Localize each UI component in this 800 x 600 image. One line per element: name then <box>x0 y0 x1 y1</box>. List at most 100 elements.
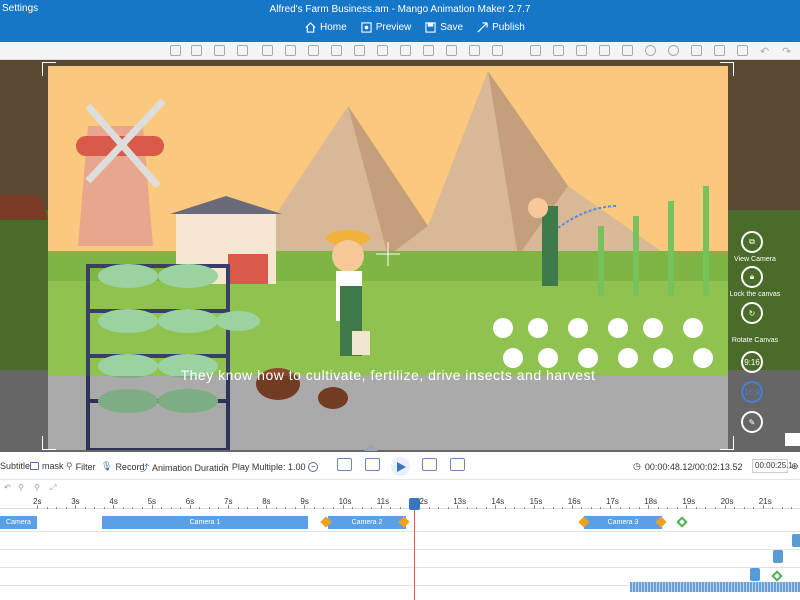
ruler-tick-mark <box>323 507 325 509</box>
lock-icon[interactable] <box>691 45 702 56</box>
camera-clip[interactable]: Camera 3 <box>584 516 662 529</box>
scene-canvas[interactable] <box>48 66 728 450</box>
paste-icon[interactable] <box>191 45 202 56</box>
object-clip[interactable] <box>792 534 800 547</box>
keyframe[interactable] <box>676 516 688 528</box>
add-time-icon[interactable]: ⊕ <box>791 461 799 472</box>
step-back-button[interactable] <box>365 458 380 471</box>
window-title: Alfred's Farm Business.am - Mango Animat… <box>269 4 531 15</box>
playhead-handle[interactable] <box>409 498 420 510</box>
ratio-16-9-button[interactable]: 16:9 <box>741 381 763 403</box>
ruler-tick-mark <box>84 507 86 509</box>
undo-icon[interactable]: ↶ <box>760 45 771 58</box>
view-camera-label: View Camera <box>734 256 776 263</box>
stage-area[interactable] <box>0 60 800 452</box>
ruler-tick-mark <box>638 507 640 509</box>
play-button[interactable] <box>391 457 410 476</box>
fit-small-icon[interactable]: ⤢ <box>50 483 56 493</box>
ruler-tick-mark <box>151 505 153 509</box>
align-center-icon[interactable] <box>285 45 296 56</box>
rotate-canvas-button[interactable]: ↻ <box>741 302 763 324</box>
flip-horizontal-icon[interactable] <box>530 45 541 56</box>
farm-scene-illustration <box>48 66 728 450</box>
preview-button[interactable]: Preview <box>361 22 411 33</box>
ruler-tick-mark <box>466 507 468 509</box>
object-clip[interactable] <box>773 550 783 563</box>
lock-icon: 🔒︎ <box>749 272 755 281</box>
scene-subtitle[interactable]: They know how to cultivate, fertilize, d… <box>48 367 728 383</box>
delete-icon[interactable] <box>737 45 748 56</box>
ruler-tick-mark <box>103 507 105 509</box>
ruler-tick-mark <box>734 507 736 509</box>
filter-button[interactable]: ⚲ Filter <box>66 461 96 472</box>
animation-duration-button[interactable]: ⤴ Animation Duration <box>140 461 229 474</box>
group-icon[interactable] <box>237 45 248 56</box>
prev-frame-button[interactable] <box>337 458 352 471</box>
play-multiple-button[interactable]: ▷ Play Multiple: 1.00− <box>222 461 319 472</box>
ruler-tick-mark <box>753 507 755 509</box>
audio-waveform[interactable] <box>630 582 800 592</box>
canvas-corner-tl <box>42 62 56 76</box>
record-button[interactable]: 🎙︎ Record <box>101 461 144 472</box>
next-frame-button[interactable] <box>450 458 465 471</box>
ruler-tick-mark <box>342 505 344 509</box>
time-input[interactable]: 00:00:25.1 <box>752 459 793 473</box>
rotate-left-icon[interactable] <box>576 45 587 56</box>
ruler-tick-label: 19s <box>682 497 696 506</box>
send-backward-icon[interactable] <box>446 45 457 56</box>
unlock-icon[interactable] <box>714 45 725 56</box>
layer-down-icon[interactable] <box>492 45 503 56</box>
camera-clip[interactable]: Camera <box>0 516 37 529</box>
canvas-corner-bl <box>42 436 56 450</box>
ruler-tick-mark <box>208 507 210 509</box>
align-top-icon[interactable] <box>331 45 342 56</box>
align-left-icon[interactable] <box>262 45 273 56</box>
subtitle-button[interactable]: Subtitle <box>0 461 30 471</box>
minus-icon[interactable]: − <box>308 461 319 472</box>
ruler-tick-mark <box>380 505 382 509</box>
rotate-right-icon[interactable] <box>599 45 610 56</box>
publish-button[interactable]: Publish <box>477 22 525 33</box>
ruler-tick-mark <box>294 507 296 509</box>
edit-button[interactable]: ✎ <box>741 411 763 433</box>
object-clip[interactable] <box>750 568 760 581</box>
ruler-tick-mark <box>199 507 201 509</box>
filter-icon: ⚲ <box>66 461 73 471</box>
ruler-tick-label: 20s <box>720 497 734 506</box>
align-right-icon[interactable] <box>308 45 319 56</box>
distribute-icon[interactable] <box>400 45 411 56</box>
ratio-9-16-button[interactable]: 9:16 <box>741 351 763 373</box>
save-button[interactable]: Save <box>425 22 463 33</box>
zoom-small-icon[interactable]: ⚲ <box>18 483 24 492</box>
mask-button[interactable]: mask <box>30 461 64 471</box>
undo-small-icon[interactable]: ↶ <box>4 483 11 492</box>
zoom-in-icon[interactable] <box>645 45 656 56</box>
home-button[interactable]: Home <box>305 22 347 33</box>
camera-clip[interactable]: Camera 2 <box>328 516 406 529</box>
lock-canvas-button[interactable]: 🔒︎ <box>741 266 763 288</box>
flip-vertical-icon[interactable] <box>553 45 564 56</box>
view-camera-button[interactable]: ⧉ <box>741 231 763 253</box>
ruler-tick-mark <box>562 507 564 509</box>
layer-up-icon[interactable] <box>469 45 480 56</box>
redo-icon[interactable]: ↷ <box>782 45 793 58</box>
keyframe[interactable] <box>771 570 783 582</box>
duplicate-icon[interactable] <box>214 45 225 56</box>
camera-clip[interactable]: Camera 1 <box>102 516 308 529</box>
ruler-tick-mark <box>256 507 258 509</box>
bring-forward-icon[interactable] <box>423 45 434 56</box>
ruler-tick-mark <box>705 507 707 509</box>
zoom-out-icon[interactable] <box>668 45 679 56</box>
step-forward-button[interactable] <box>422 458 437 471</box>
copy-icon[interactable] <box>170 45 181 56</box>
ruler-tick-mark <box>304 505 306 509</box>
zoom-out-small-icon[interactable]: ⚲ <box>34 483 40 492</box>
align-middle-icon[interactable] <box>354 45 365 56</box>
ruler-tick-mark <box>218 507 220 509</box>
collapse-timeline-button[interactable] <box>364 444 378 451</box>
ruler-tick-mark <box>600 507 602 509</box>
align-bottom-icon[interactable] <box>377 45 388 56</box>
crop-icon[interactable] <box>622 45 633 56</box>
time-ruler[interactable]: 2s 3s 4s 5s 6s 7s 8s 9s 10s 11s 12s 13s 14s 15s 16s 17s… <box>0 495 800 509</box>
preview-icon <box>361 22 372 33</box>
